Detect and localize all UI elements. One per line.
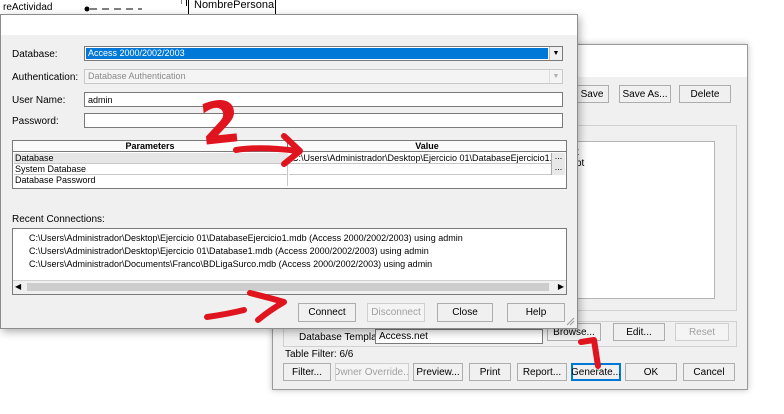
param-value-database-password[interactable] xyxy=(289,175,565,186)
delete-button[interactable]: Delete xyxy=(679,85,731,103)
param-name-database: Database xyxy=(14,153,288,164)
recent-connection-item[interactable]: C:\Users\Administrador\Desktop\Ejercicio… xyxy=(29,233,463,243)
scroll-right-icon[interactable]: ▶ xyxy=(558,282,564,291)
resize-grip-icon[interactable] xyxy=(565,316,575,326)
reset-button[interactable]: Reset xyxy=(675,323,729,341)
annotation-number: 2 xyxy=(196,87,244,159)
authentication-select-value: Database Authentication xyxy=(88,71,186,81)
preview-button[interactable]: Preview... xyxy=(413,363,463,381)
recent-connections-label: Recent Connections: xyxy=(12,214,105,225)
authentication-select[interactable]: Database Authentication ▼ xyxy=(84,69,563,84)
database-select[interactable]: Access 2000/2002/2003 ▼ xyxy=(84,46,563,61)
param-name-database-password: Database Password xyxy=(14,175,288,186)
template-field[interactable]: Access.net xyxy=(375,329,543,344)
connect-dialog: Database: Access 2000/2002/2003 ▼ Authen… xyxy=(0,14,578,329)
password-input[interactable] xyxy=(84,113,563,128)
parameters-header: Parameters xyxy=(13,141,288,152)
connect-button[interactable]: Connect xyxy=(298,303,356,322)
database-label: Database: xyxy=(12,49,58,60)
recent-connection-item[interactable]: C:\Users\Administrador\Documents\Franco\… xyxy=(29,259,432,269)
model-list[interactable]: t pt xyxy=(573,141,715,299)
report-button[interactable]: Report... xyxy=(517,363,567,381)
param-browse-button[interactable]: ... xyxy=(551,153,565,164)
parameters-grid[interactable]: Parameters Value Database C:\Users\Admin… xyxy=(12,140,567,189)
dialog-title-bar xyxy=(1,15,577,35)
diagram-entity-text: reActividad xyxy=(3,2,53,13)
param-value-system-database[interactable] xyxy=(289,164,551,175)
save-button[interactable]: Save xyxy=(575,85,609,103)
diagram-entity-field: NombrePersona xyxy=(194,0,275,11)
scroll-left-icon[interactable]: ◀ xyxy=(15,282,21,291)
authentication-label: Authentication: xyxy=(12,72,79,83)
chevron-down-icon[interactable]: ▼ xyxy=(549,70,562,83)
user-name-label: User Name: xyxy=(12,95,66,106)
print-button[interactable]: Print xyxy=(469,363,511,381)
password-label: Password: xyxy=(12,116,59,127)
chevron-down-icon[interactable]: ▼ xyxy=(549,47,562,60)
database-select-value: Access 2000/2002/2003 xyxy=(86,48,548,59)
param-browse-button[interactable]: ... xyxy=(551,164,565,175)
param-value-database[interactable]: C:\Users\Administrador\Desktop\Ejercicio… xyxy=(289,153,551,164)
cancel-button[interactable]: Cancel xyxy=(683,363,735,381)
save-as-button[interactable]: Save As... xyxy=(619,85,671,103)
help-button[interactable]: Help xyxy=(507,303,565,322)
owner-override-button[interactable]: Owner Override... xyxy=(335,363,409,381)
filter-button[interactable]: Filter... xyxy=(283,363,331,381)
table-filter-label: Table Filter: 6/6 xyxy=(285,349,354,360)
horizontal-scrollbar[interactable]: ◀ ▶ xyxy=(13,280,566,294)
ok-button[interactable]: OK xyxy=(625,363,677,381)
disconnect-button[interactable]: Disconnect xyxy=(367,303,425,322)
user-name-input[interactable] xyxy=(84,92,563,107)
recent-connections-list[interactable]: C:\Users\Administrador\Desktop\Ejercicio… xyxy=(12,228,567,295)
value-header: Value xyxy=(288,141,566,152)
recent-connection-item[interactable]: C:\Users\Administrador\Desktop\Ejercicio… xyxy=(29,246,429,256)
edit-button[interactable]: Edit... xyxy=(613,323,665,341)
close-button[interactable]: Close xyxy=(437,303,493,322)
param-name-system-database: System Database xyxy=(14,164,288,175)
generate-button[interactable]: Generate... xyxy=(571,363,621,381)
scrollbar-thumb[interactable] xyxy=(27,283,549,291)
